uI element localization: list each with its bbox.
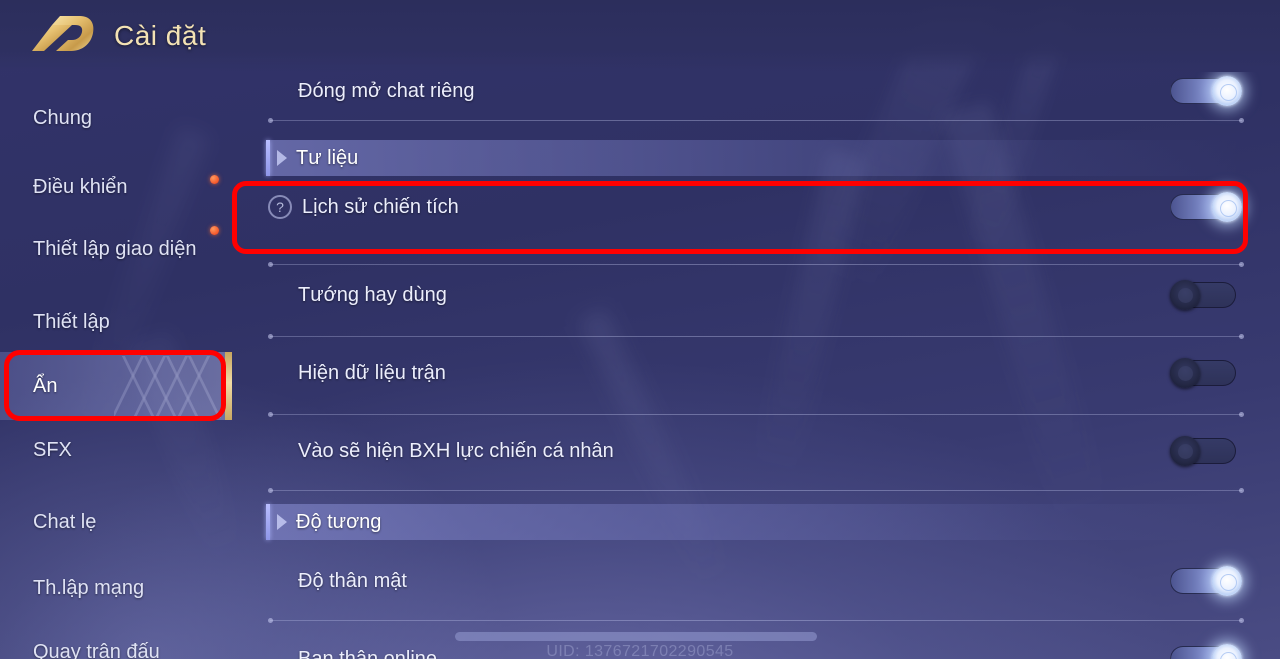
toggle-knob <box>1212 192 1242 222</box>
toggle-switch-1[interactable] <box>1170 76 1242 106</box>
row-divider-5 <box>268 488 1244 493</box>
setting-row-1[interactable]: Đóng mở chat riêng <box>232 72 1280 114</box>
sidebar-item-5[interactable]: Ẩn <box>0 352 232 420</box>
setting-row-4[interactable]: Tướng hay dùng <box>232 272 1280 318</box>
setting-row-6[interactable]: Vào sẽ hiện BXH lực chiến cá nhân <box>232 428 1280 474</box>
toggle-knob <box>1170 280 1200 310</box>
toggle-knob <box>1170 358 1200 388</box>
settings-list: Đóng mở chat riêng Tư liệu? Lịch sử chiến … <box>232 72 1280 659</box>
setting-row-label: Đóng mở chat riêng <box>298 79 475 102</box>
toggle-knob <box>1212 76 1242 106</box>
sidebar-item-label: Chat lẹ <box>33 510 97 533</box>
sidebar-item-8[interactable]: Th.lập mạng <box>0 566 232 610</box>
settings-screen: Cài đặt Chung Điều khiển Thiết lập giao di… <box>0 0 1280 659</box>
chevron-right-icon <box>277 150 287 166</box>
setting-row-label: Tướng hay dùng <box>298 283 447 306</box>
setting-row-label: Vào sẽ hiện BXH lực chiến cá nhân <box>298 439 614 462</box>
setting-row-label: Bạn thân online <box>298 647 438 659</box>
section-header: Tư liệu <box>266 140 1241 176</box>
row-divider-4 <box>268 412 1244 417</box>
header-bar: Cài đặt <box>0 0 1280 72</box>
sidebar-item-label: Chung <box>33 106 92 129</box>
row-divider-6 <box>268 618 1244 623</box>
sidebar-item-label: Quay trận đấu <box>33 640 160 659</box>
section-header-label: Độ tương <box>296 510 382 533</box>
toggle-switch-4[interactable] <box>1170 280 1242 310</box>
sidebar-item-9[interactable]: Quay trận đấu <box>0 630 232 659</box>
game-logo-icon <box>32 16 94 51</box>
sidebar-item-1[interactable]: Chung <box>0 96 232 140</box>
setting-row-label: Hiện dữ liệu trận <box>298 361 446 384</box>
toggle-switch-6[interactable] <box>1170 436 1242 466</box>
sidebar-item-label: Ẩn <box>33 374 58 397</box>
page-title: Cài đặt <box>114 20 207 51</box>
sidebar-item-notification-dot <box>210 175 219 184</box>
help-question-icon[interactable]: ? <box>268 195 292 219</box>
sidebar-item-label: Điều khiển <box>33 175 128 198</box>
toggle-knob <box>1170 436 1200 466</box>
toggle-switch-5[interactable] <box>1170 358 1242 388</box>
row-divider-3 <box>268 334 1244 339</box>
sidebar: Chung Điều khiển Thiết lập giao diện Thiết … <box>0 72 232 659</box>
toggle-switch-9[interactable] <box>1170 644 1242 659</box>
sidebar-item-7[interactable]: Chat lẹ <box>0 500 232 544</box>
section-header: Độ tương <box>266 504 1241 540</box>
setting-row-3[interactable]: ? Lịch sử chiến tích <box>232 184 1280 230</box>
sidebar-item-label: Th.lập mạng <box>33 576 145 599</box>
sidebar-item-2[interactable]: Điều khiển <box>0 165 232 209</box>
row-divider-2 <box>268 262 1244 267</box>
sidebar-item-notification-dot <box>210 226 219 235</box>
toggle-switch-8[interactable] <box>1170 566 1242 596</box>
selected-chevron-decor <box>114 352 224 420</box>
sidebar-item-6[interactable]: SFX <box>0 428 232 472</box>
setting-row-8[interactable]: Độ thân mật <box>232 558 1280 604</box>
row-divider-1 <box>268 118 1244 123</box>
sidebar-item-label: Thiết lập giao diện <box>33 237 197 260</box>
sidebar-item-3[interactable]: Thiết lập giao diện <box>0 216 232 282</box>
setting-row-label: Lịch sử chiến tích <box>302 195 459 218</box>
sidebar-item-label: SFX <box>33 438 72 461</box>
horizontal-scrollbar[interactable] <box>455 632 817 641</box>
setting-row-5[interactable]: Hiện dữ liệu trận <box>232 350 1280 396</box>
sidebar-item-4[interactable]: Thiết lập <box>0 300 232 344</box>
toggle-knob <box>1212 566 1242 596</box>
section-header-label: Tư liệu <box>296 146 359 169</box>
toggle-switch-3[interactable] <box>1170 192 1242 222</box>
chevron-right-icon <box>277 514 287 530</box>
setting-row-label: Độ thân mật <box>298 569 407 592</box>
sidebar-item-label: Thiết lập <box>33 310 110 333</box>
